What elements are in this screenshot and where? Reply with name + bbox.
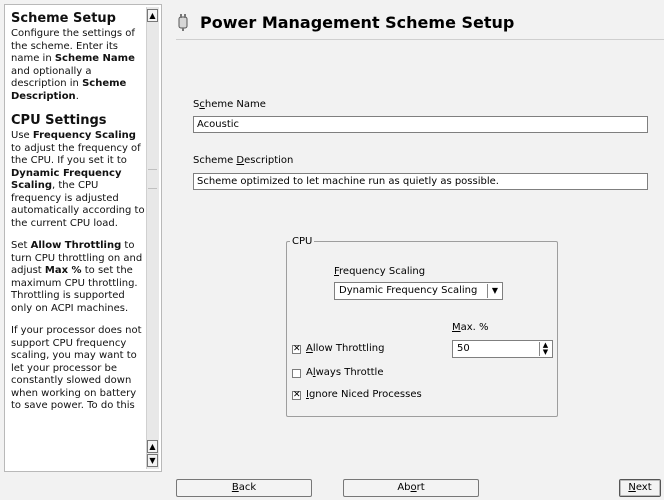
max-percent-stepper[interactable]: 50 ▲ ▼ xyxy=(452,340,553,358)
header-divider xyxy=(176,39,664,40)
ignore-niced-processes-row[interactable]: Ignore Niced Processes xyxy=(292,389,422,401)
page-header: Power Management Scheme Setup xyxy=(176,10,514,34)
frequency-scaling-select[interactable]: Dynamic Frequency Scaling ▼ xyxy=(334,282,503,300)
max-percent-value: 50 xyxy=(457,343,470,354)
scroll-up-button[interactable]: ▲ xyxy=(147,9,158,22)
abort-button[interactable]: Abort xyxy=(343,479,479,497)
combo-separator xyxy=(487,284,488,298)
scheme-name-label: Scheme Name xyxy=(193,99,266,110)
chevron-down-icon[interactable]: ▼ xyxy=(543,348,548,356)
help-paragraph: Configure the settings of the scheme. En… xyxy=(11,28,135,102)
always-throttle-label: Always Throttle xyxy=(306,367,384,378)
next-button[interactable]: Next xyxy=(619,479,661,497)
scheme-description-input[interactable]: Scheme optimized to let machine run as q… xyxy=(193,173,648,190)
help-paragraph: Set Allow Throttling to turn CPU throttl… xyxy=(11,240,143,314)
ignore-niced-processes-checkbox[interactable] xyxy=(292,390,301,400)
scroll-up-button-secondary[interactable]: ▲ xyxy=(147,440,158,453)
chevron-up-icon: ▲ xyxy=(149,442,156,451)
chevron-up-icon: ▲ xyxy=(149,11,156,20)
scroll-thumb[interactable] xyxy=(148,169,157,189)
help-heading-scheme-setup: Scheme Setup xyxy=(11,11,116,26)
allow-throttling-label: Allow Throttling xyxy=(306,343,385,354)
help-paragraph: If your processor does not support CPU f… xyxy=(11,325,142,411)
help-content: Scheme Setup Configure the settings of t… xyxy=(11,11,147,423)
allow-throttling-checkbox[interactable] xyxy=(292,344,301,354)
scroll-down-button[interactable]: ▼ xyxy=(147,454,158,467)
always-throttle-checkbox[interactable] xyxy=(292,368,301,378)
scheme-description-label: Scheme Description xyxy=(193,155,294,166)
help-panel: Scheme Setup Configure the settings of t… xyxy=(4,4,162,472)
allow-throttling-row[interactable]: Allow Throttling xyxy=(292,343,384,355)
chevron-down-icon: ▼ xyxy=(149,456,156,465)
always-throttle-row[interactable]: Always Throttle xyxy=(292,367,383,379)
back-button[interactable]: Back xyxy=(176,479,312,497)
help-heading-cpu-settings: CPU Settings xyxy=(11,113,107,128)
help-paragraph: Use Frequency Scaling to adjust the freq… xyxy=(11,130,145,229)
frequency-scaling-label: Frequency Scaling xyxy=(334,266,426,277)
stepper-buttons[interactable]: ▲ ▼ xyxy=(539,342,551,356)
ignore-niced-processes-label: Ignore Niced Processes xyxy=(306,389,422,400)
chevron-down-icon: ▼ xyxy=(491,286,499,295)
scheme-name-input[interactable]: Acoustic xyxy=(193,116,648,133)
power-plug-icon xyxy=(178,14,188,31)
max-percent-label: Max. % xyxy=(452,322,489,333)
cpu-group-title: CPU xyxy=(290,236,315,248)
frequency-scaling-value: Dynamic Frequency Scaling xyxy=(339,285,478,296)
help-scrollbar[interactable]: ▲ ▲ ▼ xyxy=(146,7,159,469)
page-title: Power Management Scheme Setup xyxy=(200,12,515,32)
